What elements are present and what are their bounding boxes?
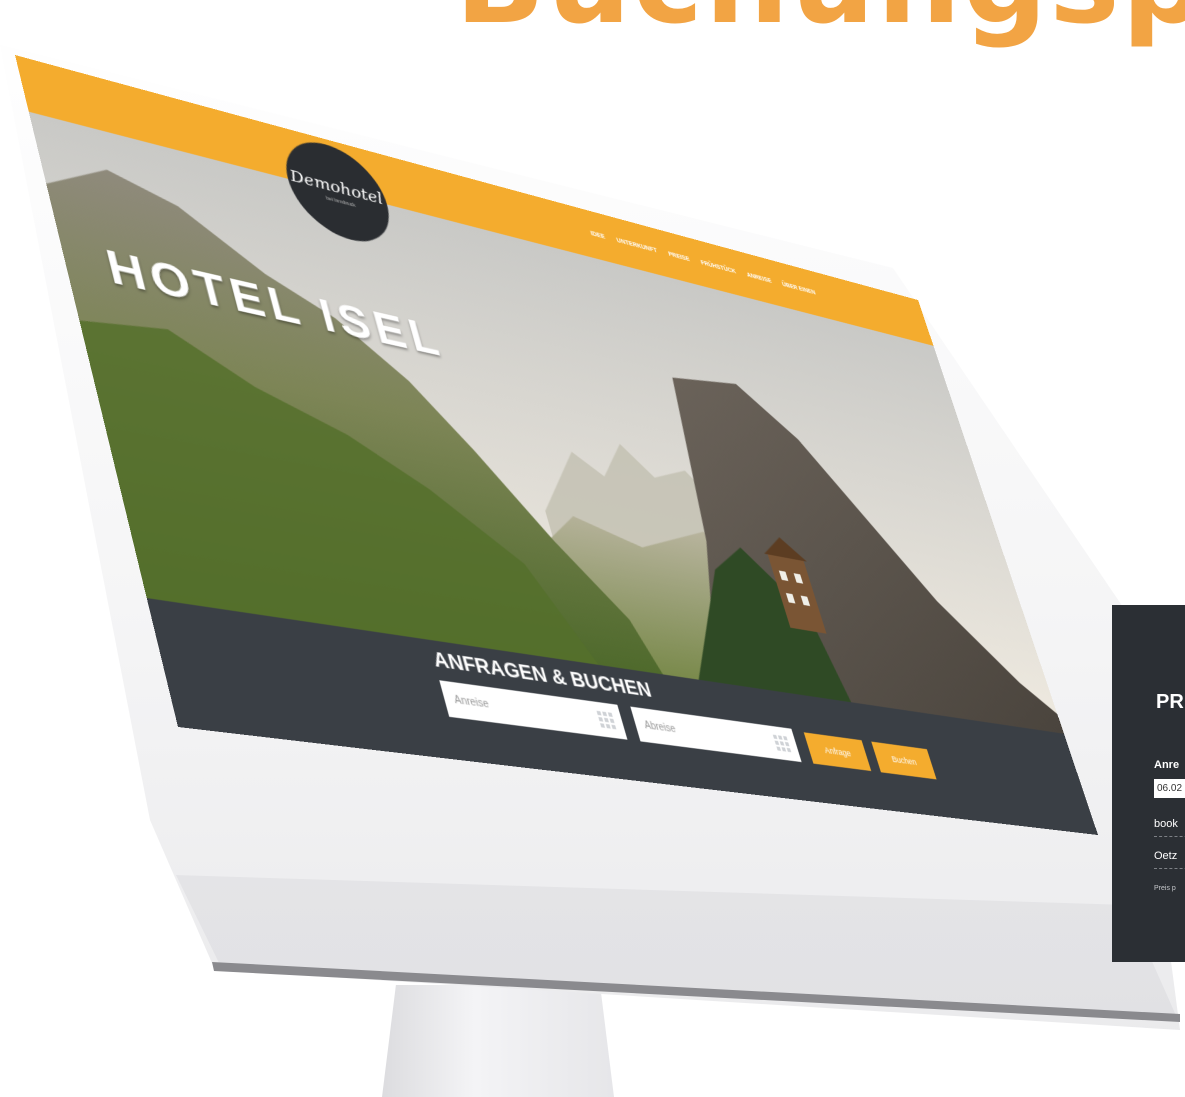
monitor-screen: Idee Unterkunft Preise Frühstück Anreise… [15, 55, 1099, 836]
price-widget: PR Anre book Oetz Preis p [1112, 605, 1185, 962]
monitor-stand [382, 985, 614, 1097]
nav-item-anreise[interactable]: Anreise [746, 272, 772, 284]
price-row-location[interactable]: Oetz [1154, 850, 1185, 869]
departure-date-input[interactable] [630, 706, 775, 759]
departure-date-field [630, 706, 802, 763]
book-button[interactable]: Buchen [871, 741, 937, 780]
nav-item-unterkunft[interactable]: Unterkunft [616, 237, 658, 254]
price-note: Preis p [1154, 885, 1176, 892]
calendar-icon[interactable] [772, 734, 793, 754]
arrival-label: Anre [1154, 759, 1180, 771]
nav-item-ueber[interactable]: Über einen [781, 282, 816, 297]
nav-item-preise[interactable]: Preise [668, 251, 691, 263]
price-row-booking[interactable]: book [1154, 818, 1185, 837]
price-widget-title: PR [1156, 691, 1184, 713]
nav-item-fruehstueck[interactable]: Frühstück [700, 260, 737, 275]
page-banner-title: Buchungsp [455, 0, 1185, 40]
calendar-icon[interactable] [595, 710, 617, 731]
nav-item-idee[interactable]: Idee [590, 231, 606, 241]
arrival-date-value-input[interactable] [1154, 779, 1185, 798]
inquiry-button[interactable]: Anfrage [803, 732, 872, 772]
